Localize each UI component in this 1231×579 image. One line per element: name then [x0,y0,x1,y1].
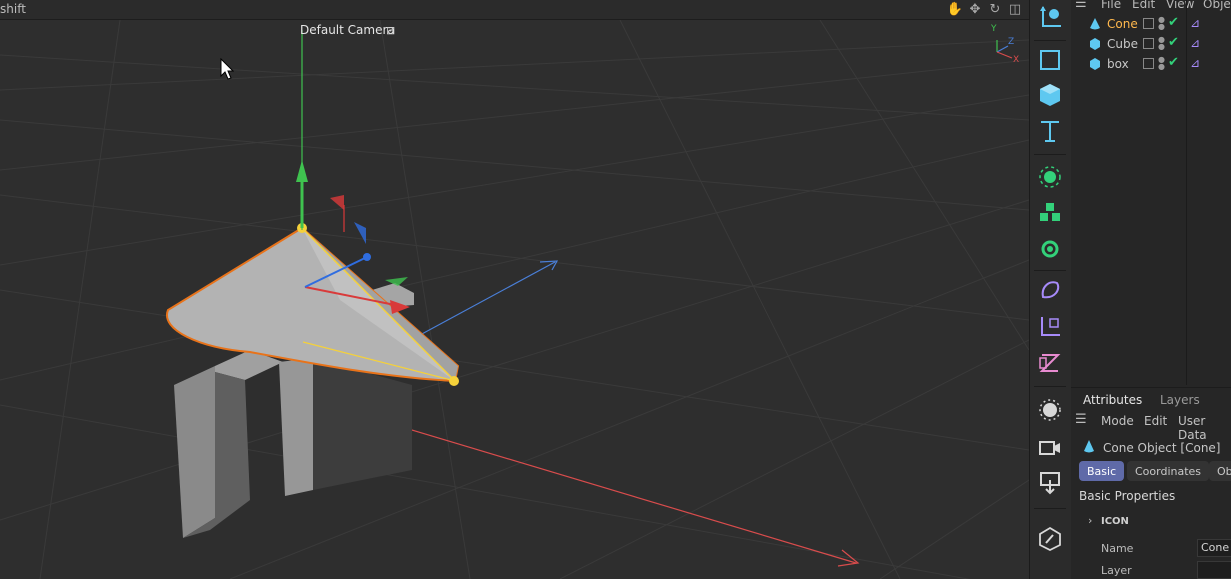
z-axis-line [419,261,556,336]
enabled-check-icon[interactable]: ✔ [1168,35,1179,50]
hamburger-menu-icon[interactable]: ☰ [1075,412,1087,427]
visibility-dots-icon[interactable]: ● ● [1158,56,1165,71]
cloner-icon[interactable] [1032,196,1068,230]
cube-icon[interactable] [1032,78,1068,112]
axis-object-icon[interactable] [1032,309,1068,343]
object-manager-menu: ☰ File Edit View Objec [1071,0,1231,12]
enabled-check-icon[interactable]: ✔ [1168,55,1179,70]
camera-icon[interactable] [1032,430,1068,464]
tag-icon[interactable]: ⊿ [1190,16,1200,30]
object-row-cone[interactable]: Cone ● ● ✔ ⊿ [1071,14,1231,34]
visibility-dots-icon[interactable]: ● ● [1158,36,1165,51]
cone-icon [1090,18,1100,30]
object-header: Cone Object [Cone] [1071,436,1231,458]
group-icon-label[interactable]: ICON [1101,516,1129,527]
layer-field[interactable] [1197,561,1231,579]
vertical-toolbar [1029,0,1072,579]
section-title: Basic Properties [1079,489,1176,503]
text-tool-icon[interactable] [1032,114,1068,148]
menu-mode[interactable]: Mode [1101,414,1134,428]
axis-z-label: Z [1008,37,1015,47]
menu-edit[interactable]: Edit [1132,0,1155,11]
layer-icon[interactable] [1143,18,1154,29]
scene-canvas[interactable] [0,0,1029,579]
camera-label[interactable]: Default Camera [300,23,395,37]
attribute-pills: Basic Coordinates Ob [1071,461,1231,483]
pill-object[interactable]: Ob [1209,461,1231,481]
attribute-submenu: ☰ Mode Edit User Data [1071,410,1231,442]
menu-view[interactable]: View [1166,0,1194,11]
field-icon[interactable] [1032,346,1068,380]
attribute-tabs: Attributes Layers [1071,387,1231,410]
deformer-icon[interactable] [1032,273,1068,307]
object-title: Cone Object [Cone] [1103,441,1221,455]
tag-icon[interactable]: ⊿ [1190,36,1200,50]
layer-icon[interactable] [1143,38,1154,49]
cone-object[interactable] [165,223,460,386]
layer-icon[interactable] [1143,58,1154,69]
visibility-dots-icon[interactable]: ● ● [1158,16,1165,31]
cube-icon [1090,38,1100,50]
x-axis-line [354,412,857,564]
hamburger-menu-icon[interactable]: ☰ [1075,0,1087,11]
menu-edit[interactable]: Edit [1144,414,1167,428]
y-move-handle[interactable] [296,160,308,182]
mouse-cursor-icon [220,58,234,80]
object-name[interactable]: box [1107,57,1129,71]
viewport[interactable]: shift ✋ ✥ ↻ ◫ Default Camera ⊡ Y Z X [0,0,1029,579]
cone-icon [1084,440,1094,453]
field-layer-label: Layer [1101,564,1132,577]
hand-pan-icon[interactable]: ✋ [947,1,963,17]
maximize-icon[interactable]: ◫ [1007,1,1023,17]
move-camera-icon[interactable]: ✥ [967,1,983,17]
cube-icon [1090,58,1100,70]
chevron-right-icon[interactable]: › [1088,514,1092,527]
object-row-box[interactable]: box ● ● ✔ ⊿ [1071,54,1231,74]
viewport-nav-icons: ✋ ✥ ↻ ◫ [947,1,1023,17]
pill-coordinates[interactable]: Coordinates [1127,461,1210,481]
viewport-header: shift ✋ ✥ ↻ ◫ [0,0,1029,20]
rotate-camera-icon[interactable]: ↻ [987,1,1003,17]
field-name-label: Name [1101,542,1134,555]
menu-object[interactable]: Objec [1203,0,1231,11]
object-row-cube[interactable]: Cube ● ● ✔ ⊿ [1071,34,1231,54]
enabled-check-icon[interactable]: ✔ [1168,15,1179,30]
object-list: Cone ● ● ✔ ⊿ Cube ● ● ✔ ⊿ box ● ● ✔ ⊿ [1071,14,1231,74]
tab-layers[interactable]: Layers [1160,393,1200,407]
pill-basic[interactable]: Basic [1079,461,1125,481]
tag-icon[interactable]: ⊿ [1190,56,1200,70]
light-icon[interactable] [1032,393,1068,427]
rectangle-spline-icon[interactable] [1032,43,1068,77]
box-object[interactable] [174,350,412,538]
menu-file[interactable]: File [1101,0,1121,11]
edit-tool-icon[interactable] [1032,522,1068,556]
axis-y-label: Y [991,24,997,34]
effector-icon[interactable] [1032,232,1068,266]
camera-lock-icon[interactable]: ⊡ [386,24,395,37]
object-name[interactable]: Cone [1107,17,1138,31]
viewport-menu-text[interactable]: shift [0,2,26,16]
axis-x-label: X [1013,55,1020,65]
object-name[interactable]: Cube [1107,37,1138,51]
subdivision-icon[interactable] [1032,160,1068,194]
coordinate-system-icon[interactable] [1032,0,1068,34]
floor-grid [0,19,1029,579]
tab-attributes[interactable]: Attributes [1083,393,1142,407]
name-field[interactable]: Cone [1197,539,1231,557]
render-icon[interactable] [1032,466,1068,500]
right-panel: ☰ File Edit View Objec Cone ●● ✔ ⊿ Cube … [1071,0,1231,579]
